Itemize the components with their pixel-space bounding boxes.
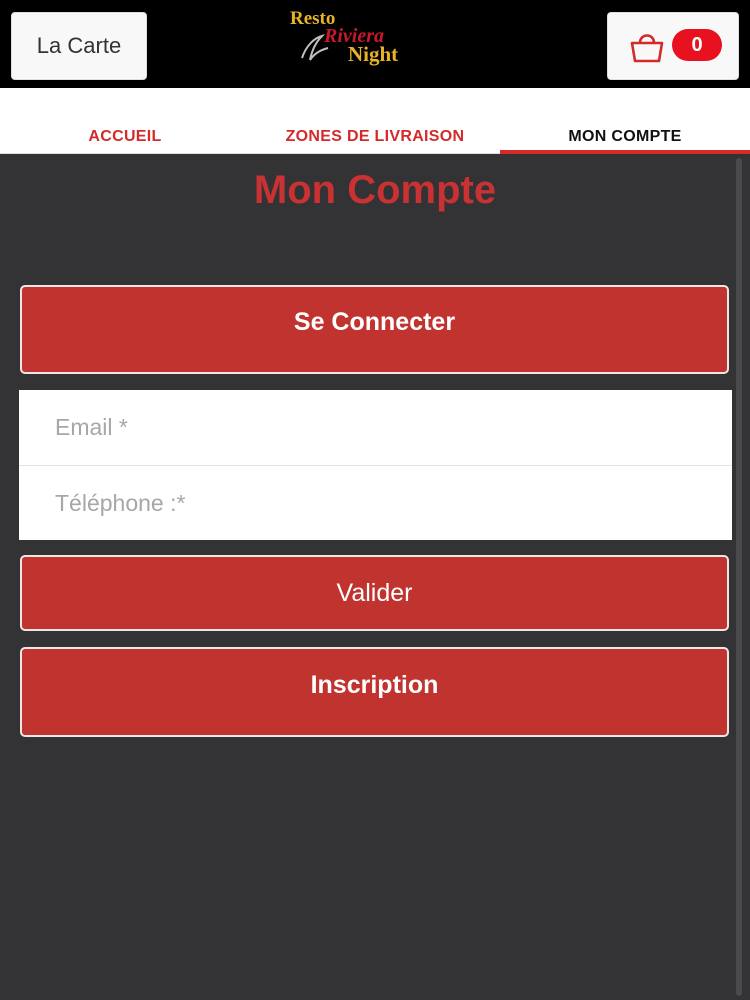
- app-header: La Carte Resto Riviera Night 0: [0, 0, 750, 88]
- shopping-bag-icon: [630, 34, 664, 63]
- menu-button[interactable]: La Carte: [11, 12, 147, 80]
- phone-field[interactable]: [19, 465, 732, 540]
- signup-button[interactable]: Inscription: [20, 647, 729, 737]
- logo-line-night: Night: [348, 42, 399, 66]
- tab-zones-de-livraison[interactable]: ZONES DE LIVRAISON: [250, 88, 500, 154]
- scrollbar[interactable]: [736, 158, 742, 996]
- login-form: [19, 390, 732, 540]
- menu-button-label: La Carte: [36, 33, 122, 58]
- account-page: Mon Compte Se Connecter Valider Inscript…: [0, 154, 750, 1000]
- tab-bar: ACCUEIL ZONES DE LIVRAISON MON COMPTE: [0, 88, 750, 154]
- login-button[interactable]: Se Connecter: [20, 285, 729, 374]
- tab-mon-compte[interactable]: MON COMPTE: [500, 88, 750, 154]
- cart-count-badge: 0: [672, 29, 722, 61]
- email-field[interactable]: [19, 390, 732, 465]
- cart-button[interactable]: 0: [607, 12, 739, 80]
- app-root: La Carte Resto Riviera Night 0 ACCUEIL Z…: [0, 0, 750, 1000]
- brand-logo: Resto Riviera Night: [280, 4, 470, 80]
- page-title: Mon Compte: [253, 168, 497, 212]
- tab-accueil[interactable]: ACCUEIL: [0, 88, 250, 154]
- validate-button[interactable]: Valider: [20, 555, 729, 631]
